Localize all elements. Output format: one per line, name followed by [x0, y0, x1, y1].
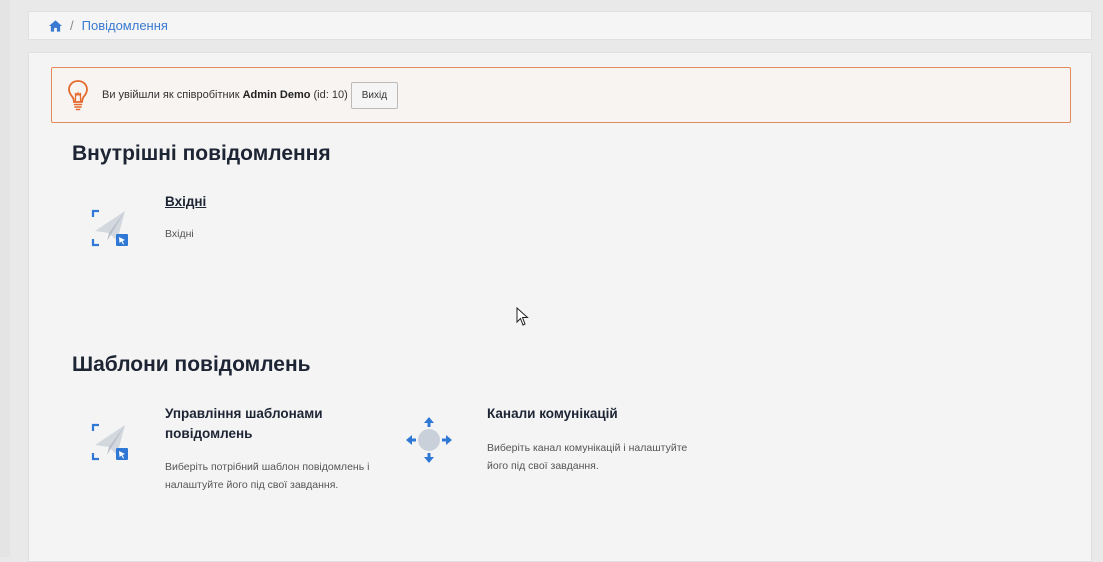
section-title-message-templates: Шаблони повідомлень — [72, 353, 311, 376]
home-icon[interactable] — [49, 19, 62, 32]
paper-plane-select-icon[interactable] — [89, 207, 131, 249]
user-id: (id: 10) — [313, 89, 348, 101]
left-strip — [0, 0, 10, 557]
card-description-inbox: Вхідні — [165, 228, 194, 240]
alert-message: Ви увійшли як співробітник Admin Demo (i… — [102, 89, 348, 101]
logout-button[interactable]: Вихід — [350, 81, 399, 109]
section-title-internal-messages: Внутрішні повідомлення — [72, 142, 331, 165]
card-description-communication-channels: Виберіть канал комунікацій і налаштуйте … — [487, 442, 688, 472]
alert-prefix: Ви увійшли як співробітник — [102, 89, 240, 101]
card-title-template-management[interactable]: Управління шаблонами повідомлень — [165, 404, 365, 444]
card-description-template-management: Виберіть потрібний шаблон повідомлень і … — [165, 461, 370, 491]
card-title-communication-channels[interactable]: Канали комунікацій — [487, 404, 618, 424]
login-alert: Ви увійшли як співробітник Admin Demo (i… — [51, 67, 1071, 123]
move-arrows-icon[interactable] — [403, 414, 455, 466]
user-name: Admin Demo — [242, 89, 311, 101]
lightbulb-icon — [68, 80, 88, 111]
paper-plane-select-icon[interactable] — [89, 421, 131, 463]
breadcrumb-separator: / — [70, 18, 74, 33]
main-panel: Ви увійшли як співробітник Admin Demo (i… — [28, 52, 1092, 562]
card-title-inbox[interactable]: Вхідні — [165, 192, 206, 212]
mouse-cursor-icon — [516, 307, 529, 326]
breadcrumb: / Повідомлення — [28, 11, 1092, 40]
breadcrumb-current[interactable]: Повідомлення — [82, 18, 168, 33]
